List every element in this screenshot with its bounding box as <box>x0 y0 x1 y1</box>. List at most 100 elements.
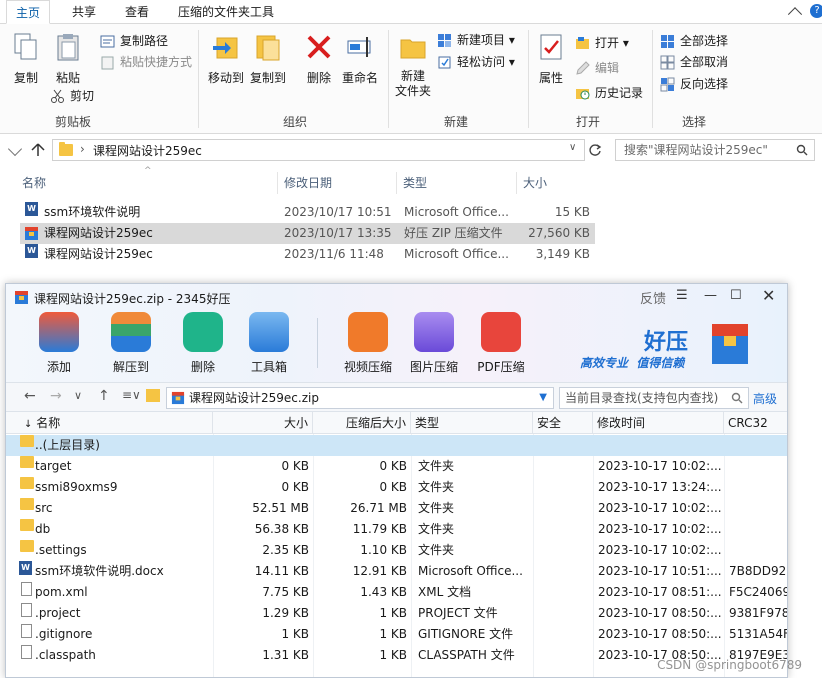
forward-arrow-icon[interactable]: → <box>50 388 62 404</box>
address-box[interactable]: › 课程网站设计259ec ∨ <box>52 139 585 161</box>
select-all-button[interactable]: 全部选择 <box>660 31 728 51</box>
video-compress-button[interactable]: 视频压缩 <box>340 312 396 375</box>
copy-path-button[interactable]: 复制路径 <box>100 31 168 51</box>
feedback-button[interactable]: 反馈 <box>640 288 666 307</box>
archive-row[interactable]: src 52.51 MB 26.71 MB 文件夹 2023-10-17 10:02:.… <box>6 498 787 519</box>
folder-icon <box>20 477 34 489</box>
entry-packed-size: 1 KB <box>379 606 407 620</box>
new-item-label: 新建项目 ▾ <box>457 33 515 47</box>
invert-selection-button[interactable]: 反向选择 <box>660 74 728 94</box>
search-input[interactable]: 搜索"课程网站设计259ec" <box>615 139 815 161</box>
paste-shortcut-label: 粘贴快捷方式 <box>120 55 193 69</box>
new-folder-button[interactable]: 新建 文件夹 <box>393 32 433 99</box>
toolbox-button[interactable]: 工具箱 <box>241 312 297 375</box>
tab-view[interactable]: 查看 <box>121 0 153 24</box>
archive-row[interactable]: .settings 2.35 KB 1.10 KB 文件夹 2023-10-17 10:… <box>6 540 787 561</box>
archive-row[interactable]: ssmi89oxms9 0 KB 0 KB 文件夹 2023-10-17 13:24:.… <box>6 477 787 498</box>
toolbox-label: 工具箱 <box>250 360 287 374</box>
new-item-button[interactable]: 新建项目 ▾ <box>437 30 515 50</box>
archive-search-input[interactable]: 当前目录查找(支持包内查找) <box>559 387 749 409</box>
maximize-icon[interactable]: ☐ <box>730 288 742 303</box>
group-label-clipboard: 剪贴板 <box>54 115 91 129</box>
delete-archive-item-button[interactable]: 删除 <box>175 312 231 375</box>
extract-to-button[interactable]: 解压到 <box>103 312 159 375</box>
collapse-ribbon-icon[interactable] <box>787 7 803 22</box>
copy-button[interactable]: 复制 <box>8 32 44 86</box>
file-row[interactable]: 课程网站设计259ec 2023/10/17 13:35 好压 ZIP 压缩文件… <box>20 223 595 244</box>
entry-name: target <box>35 459 72 473</box>
copy-to-button[interactable]: 复制到 <box>248 32 288 86</box>
entry-type: 文件夹 <box>418 480 455 494</box>
help-icon[interactable]: ? <box>810 4 822 18</box>
entry-modified: 2023-10-17 08:50:... <box>598 627 722 641</box>
archive-row[interactable]: Wssm环境软件说明.docx 14.11 KB 12.91 KB Microsoft… <box>6 561 787 582</box>
column-header-type[interactable]: 类型 <box>411 412 533 434</box>
history-button[interactable]: 历史记录 <box>575 83 643 103</box>
edit-button[interactable]: 编辑 <box>575 58 619 78</box>
file-row[interactable]: W 课程网站设计259ec 2023/11/6 11:48 Microsoft … <box>20 244 595 265</box>
up-arrow-icon[interactable] <box>30 142 46 158</box>
close-icon[interactable]: ✕ <box>762 286 775 305</box>
refresh-icon[interactable] <box>588 143 602 157</box>
view-mode-icon[interactable]: ≡∨ <box>122 388 141 402</box>
path-dropdown-icon[interactable]: ▼ <box>539 388 547 408</box>
column-header-name[interactable]: 名称 <box>22 172 277 194</box>
file-row[interactable]: W ssm环境软件说明 2023/10/17 10:51 Microsoft O… <box>20 202 595 223</box>
back-arrow-icon[interactable]: ← <box>24 388 36 404</box>
folder-icon <box>20 435 34 447</box>
pdf-compress-label: PDF压缩 <box>477 360 525 374</box>
file-size: 27,560 KB <box>528 226 590 240</box>
advanced-search-link[interactable]: 高级 <box>753 390 777 407</box>
history-dropdown-icon[interactable]: ∨ <box>74 389 82 402</box>
invert-selection-label: 反向选择 <box>680 77 729 91</box>
entry-packed-size: 12.91 KB <box>352 564 407 578</box>
paste-shortcut-button[interactable]: 粘贴快捷方式 <box>100 52 192 72</box>
tab-share[interactable]: 共享 <box>68 0 100 24</box>
entry-type: PROJECT 文件 <box>418 606 498 620</box>
parent-directory-row[interactable]: ..(上层目录) <box>6 435 787 456</box>
open-button[interactable]: 打开 ▾ <box>575 33 629 53</box>
column-header-security[interactable]: 安全 <box>533 412 593 434</box>
archive-row[interactable]: db 56.38 KB 11.79 KB 文件夹 2023-10-17 10:02:..… <box>6 519 787 540</box>
move-to-icon <box>213 37 238 59</box>
minimize-icon[interactable]: — <box>704 288 717 303</box>
image-compress-label: 图片压缩 <box>409 360 458 374</box>
tab-home[interactable]: 主页 <box>6 0 50 24</box>
column-header-packed-size[interactable]: 压缩后大小 <box>313 412 411 434</box>
recent-dropdown-icon[interactable] <box>7 141 23 157</box>
paste-button[interactable]: 粘贴 <box>50 32 86 86</box>
select-none-button[interactable]: 全部取消 <box>660 52 728 72</box>
pdf-compress-button[interactable]: PDF压缩 <box>473 312 529 375</box>
menu-icon[interactable]: ☰ <box>676 288 688 303</box>
column-header-size[interactable]: 大小 <box>523 172 593 194</box>
image-compress-button[interactable]: 图片压缩 <box>406 312 462 375</box>
address-dropdown-icon[interactable]: ∨ <box>569 142 576 153</box>
archive-row[interactable]: .project 1.29 KB 1 KB PROJECT 文件 2023-10-17 … <box>6 603 787 624</box>
column-header-modified[interactable]: 修改时间 <box>593 412 724 434</box>
rename-button[interactable]: 重命名 <box>340 32 380 86</box>
copy-to-icon <box>256 35 280 61</box>
up-level-icon[interactable]: ↑ <box>98 388 110 404</box>
cut-button[interactable]: 剪切 <box>50 86 94 106</box>
easy-access-button[interactable]: 轻松访问 ▾ <box>437 52 515 72</box>
entry-name: src <box>35 501 53 515</box>
archive-row[interactable]: .gitignore 1 KB 1 KB GITIGNORE 文件 2023-10-17… <box>6 624 787 645</box>
move-to-button[interactable]: 移动到 <box>206 32 246 86</box>
column-header-size[interactable]: 大小 <box>213 412 313 434</box>
archive-row[interactable]: pom.xml 7.75 KB 1.43 KB XML 文档 2023-10-17 08… <box>6 582 787 603</box>
entry-size: 7.75 KB <box>262 585 309 599</box>
archive-path-box[interactable]: 课程网站设计259ec.zip ▼ <box>166 387 554 409</box>
column-header-type[interactable]: 类型 <box>403 172 513 194</box>
tab-compressed-folder-tools[interactable]: 压缩的文件夹工具 <box>174 0 278 24</box>
column-header-date[interactable]: 修改日期 <box>284 172 394 194</box>
address-path[interactable]: 课程网站设计259ec <box>93 142 202 159</box>
column-header-crc32[interactable]: CRC32 <box>724 412 787 434</box>
archive-row[interactable]: target 0 KB 0 KB 文件夹 2023-10-17 10:02:... <box>6 456 787 477</box>
properties-button[interactable]: 属性 <box>534 32 568 86</box>
archive-table-header: ↓ 名称 大小 压缩后大小 类型 安全 修改时间 CRC32 <box>6 412 787 434</box>
add-button[interactable]: 添加 <box>31 312 87 375</box>
image-compress-icon <box>414 312 454 352</box>
column-header-name[interactable]: ↓ 名称 <box>6 412 213 434</box>
entry-modified: 2023-10-17 08:51:... <box>598 585 722 599</box>
delete-button[interactable]: 删除 <box>302 32 336 86</box>
